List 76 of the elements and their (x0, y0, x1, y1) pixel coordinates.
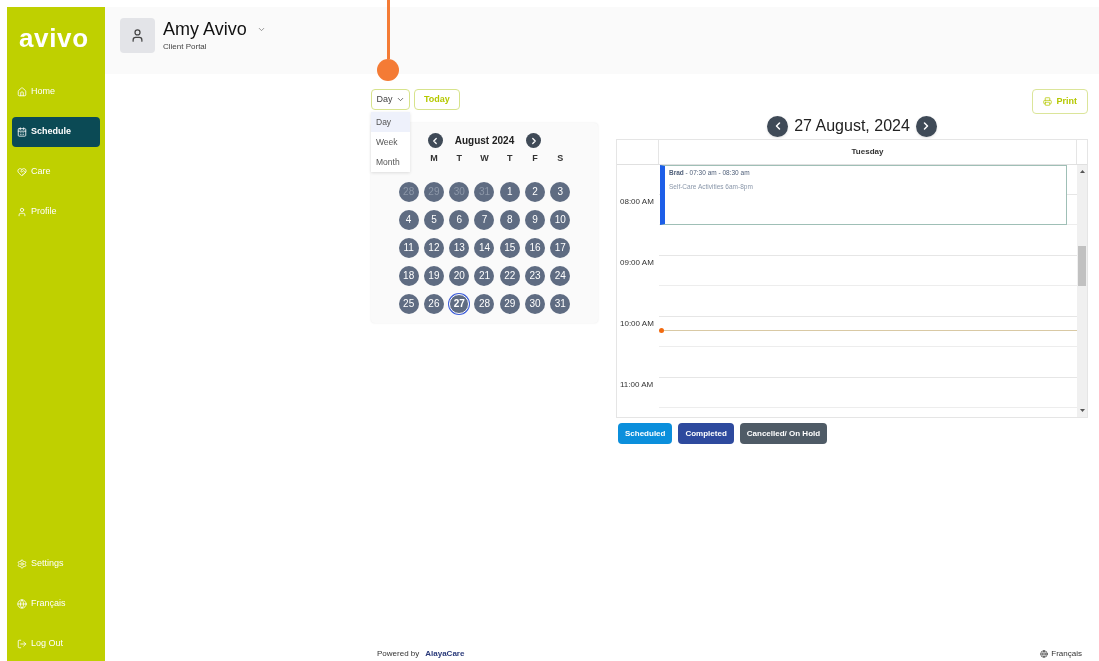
next-day-button[interactable] (915, 115, 937, 137)
day-button[interactable]: 27 (449, 293, 470, 314)
day-button[interactable]: 1 (499, 181, 520, 202)
day-button[interactable]: 8 (499, 209, 520, 230)
scroll-thumb[interactable] (1078, 246, 1086, 286)
day-button[interactable]: 20 (449, 265, 470, 286)
day-button[interactable]: 26 (423, 293, 444, 314)
weekday-label: T (506, 152, 514, 165)
day-button[interactable]: 2 (525, 181, 546, 202)
date-title: 27 August, 2024 (794, 116, 910, 136)
day-button[interactable]: 30 (525, 293, 546, 314)
view-option[interactable]: Week (371, 132, 410, 152)
logo: avivo (18, 22, 90, 55)
day-button[interactable]: 14 (474, 237, 495, 258)
day-button[interactable]: 28 (474, 293, 495, 314)
previous-month-button[interactable] (427, 133, 443, 148)
globe-icon (1040, 650, 1049, 658)
day-button[interactable]: 5 (423, 209, 444, 230)
user-icon (17, 207, 27, 217)
home-icon (17, 87, 27, 97)
view-option[interactable]: Month (371, 152, 410, 172)
weekday-label: M (429, 152, 439, 165)
column-header: Tuesday (659, 140, 1077, 164)
legend-tag: Completed (678, 423, 734, 444)
day-button[interactable]: 22 (499, 265, 520, 286)
time-label: 09:00 AM (619, 257, 655, 269)
time-label: 11:00 AM (619, 379, 655, 391)
day-button[interactable]: 11 (398, 237, 419, 258)
scroll-up-icon[interactable] (1079, 170, 1085, 173)
scroll-down-icon[interactable] (1079, 409, 1085, 412)
day-button[interactable]: 17 (550, 237, 571, 258)
day-button[interactable]: 10 (550, 209, 571, 230)
calendar-icon (17, 127, 27, 137)
previous-day-button[interactable] (767, 115, 789, 137)
logout-icon (17, 639, 27, 649)
printer-icon (1043, 97, 1053, 106)
day-button[interactable]: 18 (398, 265, 419, 286)
day-button[interactable]: 15 (499, 237, 520, 258)
day-button[interactable]: 7 (474, 209, 495, 230)
day-button[interactable]: 21 (474, 265, 495, 286)
day-button[interactable]: 29 (499, 293, 520, 314)
time-label: 08:00 AM (619, 196, 655, 208)
next-month-button[interactable] (526, 133, 542, 148)
day-button[interactable]: 9 (525, 209, 546, 230)
day-button[interactable]: 13 (449, 237, 470, 258)
user-name: Amy Avivo (163, 18, 247, 41)
view-option[interactable]: Day (371, 112, 410, 132)
day-button[interactable]: 3 (550, 181, 571, 202)
day-button[interactable]: 23 (525, 265, 546, 286)
weekday-label: T (455, 152, 463, 165)
weekday-label: F (531, 152, 539, 165)
legend-tag: Scheduled (618, 423, 673, 444)
day-button[interactable]: 24 (550, 265, 571, 286)
scrollbar[interactable] (1077, 165, 1087, 417)
day-button[interactable]: 16 (525, 237, 546, 258)
day-button[interactable]: 6 (449, 209, 470, 230)
weekday-label: W (479, 152, 490, 165)
portal-subtitle: Client Portal (163, 40, 208, 53)
day-button[interactable]: 12 (423, 237, 444, 258)
avatar-icon (120, 18, 155, 53)
time-label: 10:00 AM (619, 318, 655, 330)
day-button[interactable]: 25 (398, 293, 419, 314)
weekday-label: S (556, 152, 565, 165)
view-select[interactable]: Day (371, 89, 410, 110)
day-button[interactable]: 19 (423, 265, 444, 286)
settings-icon (17, 559, 27, 569)
chevron-down-icon (395, 95, 405, 104)
globe-icon (17, 599, 27, 609)
day-button[interactable]: 31 (550, 293, 571, 314)
month-title: August 2024 (454, 134, 515, 148)
day-button[interactable]: 4 (398, 209, 419, 230)
powered-by-text: Powered by (377, 648, 420, 660)
sidebar-item[interactable]: Schedule (12, 117, 100, 147)
legend-tag: Cancelled/ On Hold (739, 423, 828, 444)
brand-logo: AlayaCare (425, 648, 465, 660)
language-link[interactable]: Français (1040, 648, 1082, 660)
